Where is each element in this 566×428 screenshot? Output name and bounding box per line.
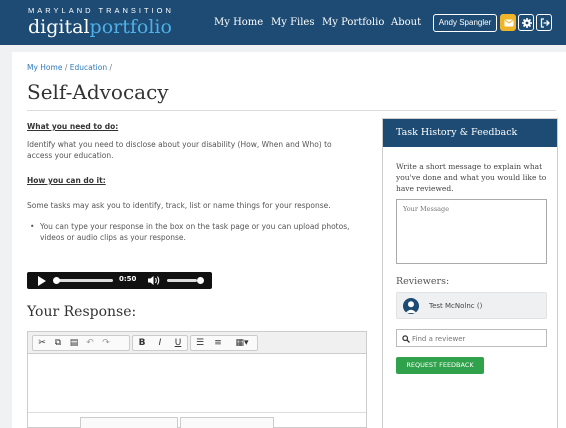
paste-icon[interactable]: ▤ — [66, 336, 82, 350]
breadcrumb-home[interactable]: My Home — [27, 63, 62, 72]
audio-progress-handle[interactable] — [53, 277, 60, 284]
section-text-how: Some tasks may ask you to identify, trac… — [27, 201, 331, 210]
bulleted-list-icon[interactable]: ☰ — [192, 336, 208, 350]
audio-player: 0:50 — [27, 272, 212, 289]
bullet-dot: • — [30, 222, 35, 231]
logout-icon — [540, 18, 550, 28]
response-title: Your Response: — [27, 304, 137, 320]
user-account-button[interactable]: Andy Spangler — [433, 14, 497, 32]
breadcrumb-trailing-separator: / — [109, 63, 113, 72]
request-feedback-button[interactable]: REQUEST FEEDBACK — [396, 357, 484, 374]
undo-icon[interactable]: ↶ — [82, 336, 98, 350]
toolbar-list-group: ☰ ≡ ▦▾ — [190, 335, 258, 351]
toolbar-clipboard-group: ✂ ⧉ ▤ ↶ ↷ — [32, 335, 130, 351]
section-heading-what: What you need to do: — [27, 122, 119, 131]
user-icon — [405, 301, 417, 313]
reviewer-item[interactable]: Test McNolnc () — [396, 292, 547, 319]
editor-footer — [28, 412, 366, 428]
redo-icon[interactable]: ↷ — [98, 336, 114, 350]
message-icon — [504, 19, 514, 27]
italic-icon[interactable]: I — [152, 336, 168, 350]
section-text-what: Identify what you need to disclose about… — [27, 140, 332, 160]
response-editor: ✂ ⧉ ▤ ↶ ↷ B I U ☰ ≡ ▦▾ — [27, 331, 367, 428]
volume-track[interactable] — [167, 279, 197, 282]
nav-about[interactable]: About — [391, 15, 421, 31]
card-header: Task History & Feedback — [383, 119, 557, 147]
copy-icon[interactable]: ⧉ — [50, 336, 66, 350]
nav-my-home[interactable]: My Home — [214, 15, 263, 31]
editor-footer-tab-2[interactable] — [180, 417, 274, 428]
task-history-card: Task History & Feedback Write a short me… — [382, 118, 558, 428]
feedback-instructions: Write a short message to explain what yo… — [396, 162, 547, 193]
search-icon — [402, 335, 410, 343]
brand-logo[interactable]: MARYLAND TRANSITION digitalportfolio — [28, 6, 174, 39]
play-icon[interactable] — [37, 276, 47, 286]
bullet-item: • You can type your response in the box … — [30, 221, 370, 245]
numbered-list-icon[interactable]: ≡ — [210, 336, 226, 350]
message-input[interactable] — [396, 199, 547, 264]
main-panel: My Home / Education / Self-Advocacy What… — [12, 52, 566, 428]
brand-title: digitalportfolio — [28, 15, 174, 39]
volume-icon[interactable] — [147, 275, 161, 286]
breadcrumb-separator: / — [64, 63, 68, 72]
title-divider — [27, 110, 556, 111]
brand-title-part1: digital — [28, 16, 90, 38]
find-reviewer-input[interactable] — [412, 332, 542, 345]
brand-title-part2: portfolio — [89, 16, 172, 38]
nav-my-portfolio[interactable]: My Portfolio — [322, 15, 384, 31]
breadcrumb-education[interactable]: Education — [70, 63, 107, 72]
gear-icon — [522, 18, 532, 28]
settings-button[interactable] — [518, 14, 534, 31]
page-title: Self-Advocacy — [27, 80, 169, 104]
messages-button[interactable] — [500, 14, 516, 31]
underline-icon[interactable]: U — [170, 336, 186, 350]
bold-icon[interactable]: B — [134, 336, 150, 350]
volume-handle[interactable] — [197, 277, 204, 284]
brand-subtitle: MARYLAND TRANSITION — [28, 6, 174, 15]
audio-time: 0:50 — [119, 275, 137, 283]
toolbar-format-group: B I U — [132, 335, 188, 351]
top-header: MARYLAND TRANSITION digitalportfolio My … — [0, 0, 566, 45]
cut-icon[interactable]: ✂ — [34, 336, 50, 350]
logout-button[interactable] — [536, 14, 552, 31]
bullet-text: You can type your response in the box on… — [40, 222, 350, 242]
table-dropdown-icon[interactable]: ▦▾ — [228, 336, 256, 350]
editor-footer-tab-1[interactable] — [80, 417, 178, 428]
reviewer-name: Test McNolnc () — [429, 302, 483, 310]
card-title: Task History & Feedback — [396, 127, 518, 138]
reviewers-label: Reviewers: — [396, 276, 450, 287]
breadcrumb: My Home / Education / — [27, 63, 112, 72]
editor-toolbar: ✂ ⧉ ▤ ↶ ↷ B I U ☰ ≡ ▦▾ — [28, 332, 366, 354]
section-heading-how: How you can do it: — [27, 176, 106, 185]
audio-progress-track[interactable] — [55, 279, 113, 282]
avatar — [403, 298, 419, 314]
nav-my-files[interactable]: My Files — [271, 15, 314, 31]
response-text-area[interactable] — [28, 355, 366, 405]
find-reviewer-field[interactable] — [396, 329, 547, 347]
